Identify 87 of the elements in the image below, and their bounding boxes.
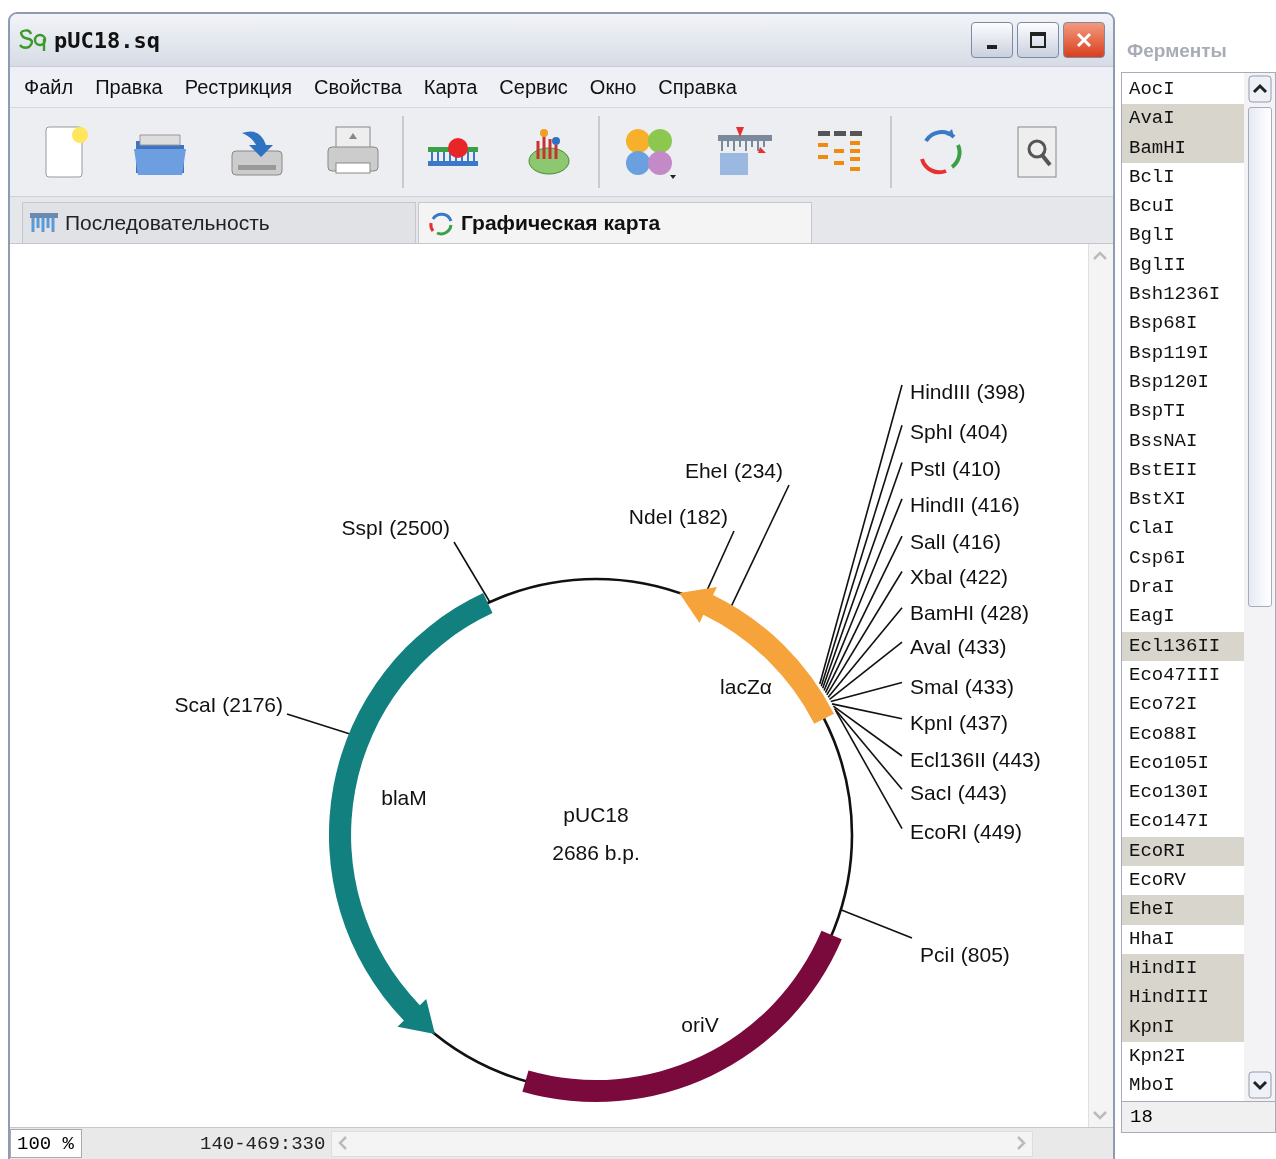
site-label: AvaI (433) <box>910 634 1007 658</box>
leader-line <box>453 541 491 603</box>
tab[interactable]: Графическая карта <box>418 202 812 243</box>
site-label: Ecl136II (443) <box>910 747 1041 771</box>
menu-item[interactable]: Окно <box>589 75 637 99</box>
site-label: EheI (234) <box>684 458 783 482</box>
maximize-icon <box>1029 31 1047 49</box>
enzyme-list-item[interactable]: Kpn2I <box>1122 1041 1244 1072</box>
enzyme-list-item[interactable]: Ecl136II <box>1122 631 1244 661</box>
scroll-down-icon[interactable] <box>1247 1071 1272 1099</box>
enzyme-list-item[interactable]: BamHI <box>1122 133 1244 163</box>
menu-item[interactable]: Карта <box>423 75 478 99</box>
enzyme-list-item[interactable]: BstXI <box>1122 485 1244 515</box>
site-label: KpnI (437) <box>910 710 1009 734</box>
enzyme-list-item[interactable]: BglI <box>1122 221 1244 251</box>
maximize-button[interactable] <box>1017 22 1059 58</box>
selection-range: 140-469:330 <box>200 1132 326 1155</box>
enzyme-list-item[interactable]: EcoRV <box>1122 866 1244 896</box>
menu-item[interactable]: Правка <box>95 75 163 99</box>
window-title: pUC18.sq <box>54 27 160 53</box>
panel-title: Ферменты <box>1126 39 1228 63</box>
close-icon <box>1075 31 1093 49</box>
enzyme-list-item[interactable]: Eco147I <box>1122 807 1244 837</box>
enzyme-list-item[interactable]: AocI <box>1122 75 1244 105</box>
enzyme-list-item[interactable]: EcoRI <box>1122 836 1244 866</box>
site-label: EcoRI (449) <box>910 819 1023 843</box>
site-label: SalI (416) <box>910 529 1002 553</box>
site-label: HindIII (398) <box>910 379 1026 403</box>
tab[interactable]: Последовательность <box>22 202 416 243</box>
site-label: SspI (2500) <box>341 515 450 539</box>
site-label: SphI (404) <box>910 419 1009 443</box>
enzyme-list-item[interactable]: Eco130I <box>1122 778 1244 808</box>
minimize-button[interactable] <box>971 22 1013 58</box>
feature-label: oriV <box>681 1012 719 1036</box>
list-scrollbar[interactable] <box>1244 73 1275 1101</box>
feature-label: blaM <box>381 785 427 809</box>
enzyme-list-item[interactable]: EagI <box>1122 602 1244 632</box>
enzyme-list-item[interactable]: BssNAI <box>1122 426 1244 456</box>
site-label: SacI (443) <box>910 780 1007 804</box>
plasmid-name: pUC18 <box>563 802 629 826</box>
menu-item[interactable]: Свойства <box>314 75 402 99</box>
enzyme-list-item[interactable]: BspTI <box>1122 397 1244 427</box>
menu-item[interactable]: Рестрикция <box>184 75 292 99</box>
site-label: ScaI (2176) <box>174 692 283 716</box>
enzyme-list-item[interactable]: HindIII <box>1122 983 1244 1013</box>
enzyme-list-item[interactable]: EheI <box>1122 895 1244 925</box>
enzyme-list-item[interactable]: BcuI <box>1122 192 1244 222</box>
enzyme-list-item[interactable]: KpnI <box>1122 1012 1244 1042</box>
enzyme-list-item[interactable]: Bsp119I <box>1122 338 1244 368</box>
count-field: 18 <box>1121 1102 1276 1133</box>
site-label: PciI (805) <box>920 942 1010 966</box>
enzyme-list-item[interactable]: HindII <box>1122 953 1244 984</box>
site-label: BamHI (428) <box>910 600 1030 624</box>
enzyme-list-item[interactable]: ClaI <box>1122 514 1244 544</box>
feature-label: lacZα <box>720 674 772 698</box>
tab-label: Графическая карта <box>461 211 661 235</box>
enzyme-list-item[interactable]: MboI <box>1122 1071 1244 1101</box>
enzyme-list-item[interactable]: BclI <box>1122 162 1244 193</box>
app-logo-icon <box>18 27 48 53</box>
enzyme-list-item[interactable]: Csp6I <box>1122 543 1244 574</box>
enzyme-list-item[interactable]: Eco72I <box>1122 690 1244 720</box>
site-label: SmaI (433) <box>910 674 1014 698</box>
enzyme-list-item[interactable]: HhaI <box>1122 924 1244 954</box>
enzyme-list-item[interactable]: Eco88I <box>1122 719 1244 749</box>
enzyme-list-item[interactable]: BglII <box>1122 250 1244 281</box>
scroll-up-icon[interactable] <box>1247 75 1272 103</box>
site-label: XbaI (422) <box>910 564 1009 588</box>
enzyme-list-item[interactable]: Eco105I <box>1122 748 1244 779</box>
enzyme-list-item[interactable]: Bsp120I <box>1122 367 1244 398</box>
zoom-field[interactable]: 100 % <box>10 1129 82 1158</box>
tab-label: Последовательность <box>65 211 270 235</box>
enzyme-list-item[interactable]: Eco47III <box>1122 660 1244 691</box>
site-label: NdeI (182) <box>628 504 728 528</box>
scroll-thumb[interactable] <box>1247 107 1272 607</box>
close-button[interactable] <box>1063 22 1105 58</box>
menu-item[interactable]: Справка <box>658 75 737 99</box>
menu-item[interactable]: Сервис <box>499 75 568 99</box>
menu-item[interactable]: Файл <box>24 75 74 99</box>
enzyme-list-item[interactable]: Bsp68I <box>1122 309 1244 339</box>
enzyme-list-item[interactable]: Bsh1236I <box>1122 280 1244 310</box>
site-label: HindII (416) <box>910 492 1020 516</box>
enzyme-list-item[interactable]: BstEII <box>1122 455 1244 486</box>
plasmid-length: 2686 b.p. <box>552 840 640 864</box>
enzyme-list-item[interactable]: DraI <box>1122 573 1244 603</box>
site-label: PstI (410) <box>910 456 1002 480</box>
minimize-icon <box>987 45 997 49</box>
enzyme-list-item[interactable]: AvaI <box>1122 104 1244 134</box>
